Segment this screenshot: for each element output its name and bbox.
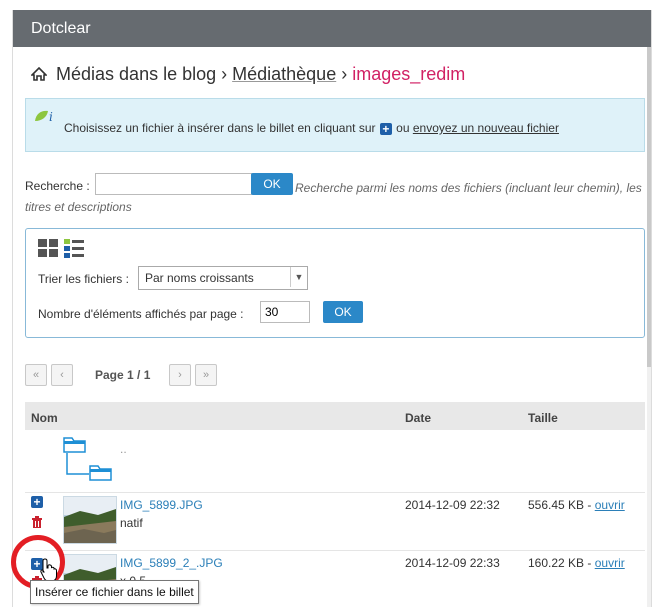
per-page-label: Nombre d'éléments affichés par page : xyxy=(38,307,244,321)
breadcrumb-current-folder: images_redim xyxy=(352,64,466,84)
trash-icon[interactable] xyxy=(31,516,43,528)
scrollbar-thumb[interactable] xyxy=(647,47,651,367)
first-page-button[interactable]: « xyxy=(25,364,47,386)
info-text: Choisissez un fichier à insérer dans le … xyxy=(64,121,559,135)
svg-text:i: i xyxy=(49,110,53,124)
search-help-text: Recherche parmi les noms des fichiers (i… xyxy=(25,181,642,214)
insert-file-button[interactable]: + xyxy=(31,496,43,508)
filter-panel: Trier les fichiers : Par noms croissants… xyxy=(25,228,645,338)
breadcrumb-separator: › xyxy=(216,64,233,84)
chevron-down-icon: ▼ xyxy=(290,267,307,287)
file-thumbnail[interactable] xyxy=(63,496,117,544)
parent-folder-label[interactable]: .. xyxy=(120,442,127,456)
file-name-link[interactable]: IMG_5899_2_.JPG xyxy=(120,556,223,570)
per-page-input[interactable] xyxy=(260,301,310,323)
column-header-date[interactable]: Date xyxy=(405,411,431,425)
tooltip: Insérer ce fichier dans le billet xyxy=(30,580,199,604)
file-date: 2014-12-09 22:32 xyxy=(405,498,500,512)
file-size: 160.22 KB - ouvrir xyxy=(528,556,625,570)
info-message: i Choisissez un fichier à insérer dans l… xyxy=(25,98,645,152)
open-file-link[interactable]: ouvrir xyxy=(595,556,625,570)
sort-select-value: Par noms croissants xyxy=(145,271,254,285)
file-subtitle: natif xyxy=(120,516,143,530)
table-row: + IMG_5899.JPG natif 2014-12-09 22:32 55… xyxy=(25,492,645,551)
breadcrumb-media-library[interactable]: Médiathèque xyxy=(232,64,336,84)
open-file-link[interactable]: ouvrir xyxy=(595,498,625,512)
breadcrumb-media-blog[interactable]: Médias dans le blog xyxy=(56,64,216,84)
app-title: Dotclear xyxy=(31,20,91,37)
table-header: Nom Date Taille xyxy=(25,402,645,430)
file-size-value: 160.22 KB - xyxy=(528,556,595,570)
next-page-button[interactable]: › xyxy=(169,364,191,386)
file-size-value: 556.45 KB - xyxy=(528,498,595,512)
column-header-name[interactable]: Nom xyxy=(31,411,58,425)
plus-icon: + xyxy=(379,123,392,135)
upload-link[interactable]: envoyez un nouveau fichier xyxy=(413,121,559,135)
parent-folder-row[interactable]: .. xyxy=(25,430,645,493)
grid-view-icon[interactable] xyxy=(38,239,60,259)
home-icon[interactable] xyxy=(31,67,47,81)
last-page-button[interactable]: » xyxy=(195,364,217,386)
sort-select[interactable]: Par noms croissants ▼ xyxy=(138,266,308,290)
app-window: Dotclear Médias dans le blog › Médiathèq… xyxy=(12,10,652,607)
sort-label: Trier les fichiers : xyxy=(38,272,129,286)
parent-folder-icon[interactable] xyxy=(63,436,123,484)
breadcrumb: Médias dans le blog › Médiathèque › imag… xyxy=(31,64,465,85)
breadcrumb-separator: › xyxy=(336,64,353,84)
scrollbar[interactable] xyxy=(647,47,651,607)
list-view-icon[interactable] xyxy=(64,239,86,259)
per-page-ok-button[interactable]: OK xyxy=(323,301,363,323)
page-indicator: Page 1 / 1 xyxy=(95,368,151,382)
file-date: 2014-12-09 22:33 xyxy=(405,556,500,570)
info-leaf-icon: i xyxy=(35,110,53,124)
file-size: 556.45 KB - ouvrir xyxy=(528,498,625,512)
title-bar: Dotclear xyxy=(13,10,651,47)
column-header-size[interactable]: Taille xyxy=(528,411,558,425)
info-text-before: Choisissez un fichier à insérer dans le … xyxy=(64,121,379,135)
file-name-link[interactable]: IMG_5899.JPG xyxy=(120,498,203,512)
prev-page-button[interactable]: ‹ xyxy=(51,364,73,386)
info-text-middle: ou xyxy=(392,121,413,135)
